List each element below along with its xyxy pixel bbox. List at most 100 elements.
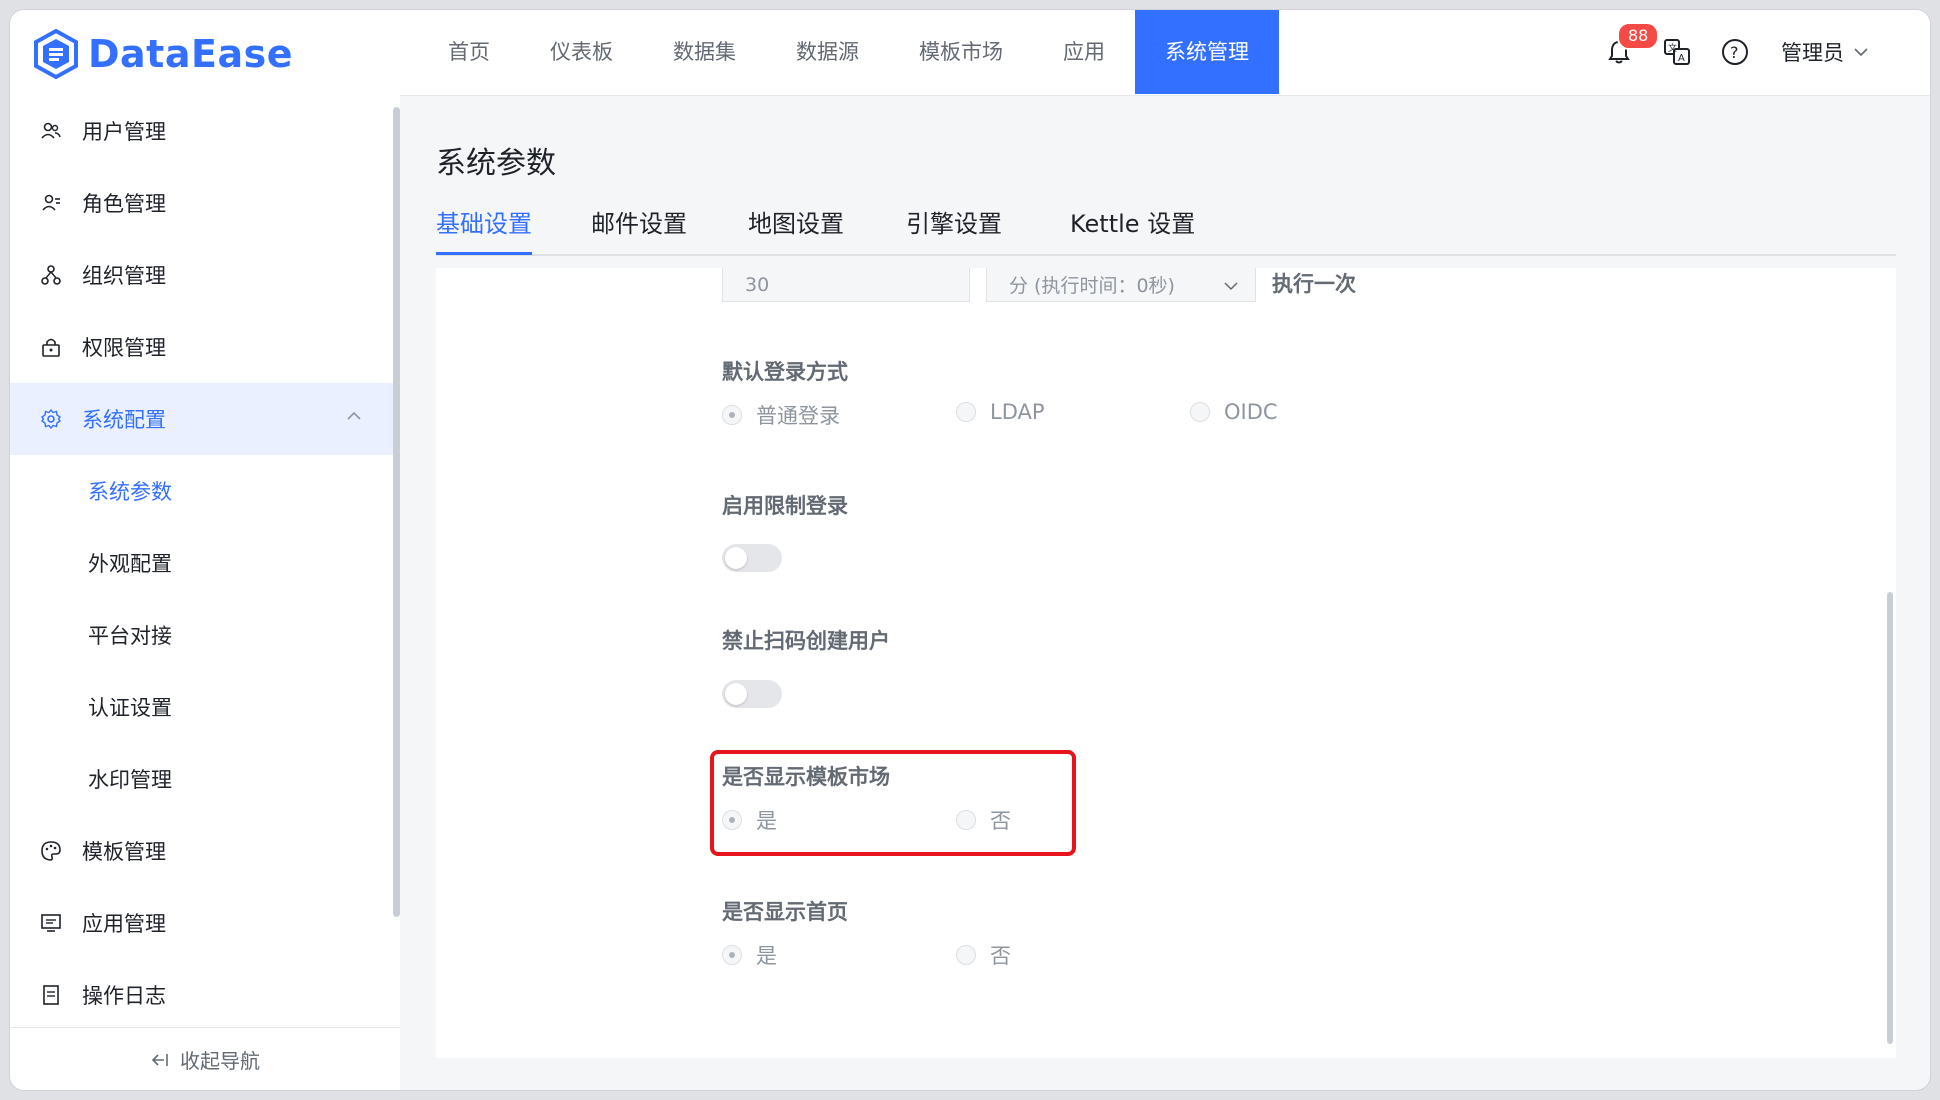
sidebar-item-templates[interactable]: 模板管理: [10, 815, 393, 887]
interval-input[interactable]: 30: [722, 268, 970, 302]
svg-text:文: 文: [1668, 42, 1677, 54]
sidebar-item-label: 模板管理: [82, 840, 166, 864]
sidebar-item-organization[interactable]: 组织管理: [10, 239, 393, 311]
chevron-up-icon: [347, 411, 361, 420]
sidebar-item-operation-log[interactable]: 操作日志: [10, 959, 393, 1031]
sidebar-subitem-system-params[interactable]: 系统参数: [10, 455, 393, 527]
disable-scan-create-switch[interactable]: [722, 680, 782, 708]
tab-kettle-settings[interactable]: Kettle 设置: [1070, 204, 1195, 252]
header-actions: 88 文 A ? 管理员: [1581, 10, 1870, 94]
sidebar-subitem-label: 认证设置: [88, 696, 172, 720]
log-icon: [40, 984, 62, 1006]
gear-icon: [40, 408, 62, 430]
sidebar-subitem-auth[interactable]: 认证设置: [10, 671, 393, 743]
login-method-label: 默认登录方式: [722, 360, 848, 384]
sidebar-item-label: 系统配置: [82, 408, 166, 432]
translate-icon: 文 A: [1664, 39, 1690, 65]
radio-home-no[interactable]: 否: [956, 940, 1011, 970]
sidebar-subitem-label: 系统参数: [88, 480, 172, 504]
radio-oidc[interactable]: OIDC: [1190, 400, 1278, 424]
sidebar-item-label: 应用管理: [82, 912, 166, 936]
interval-suffix: 执行一次: [1272, 272, 1356, 296]
nav-home[interactable]: 首页: [418, 10, 520, 94]
radio-indicator: [1190, 402, 1210, 422]
logo[interactable]: DataEase: [34, 28, 293, 80]
users-icon: [40, 120, 62, 142]
limit-login-label: 启用限制登录: [722, 494, 848, 518]
user-menu[interactable]: 管理员: [1781, 37, 1870, 67]
nav-system-management[interactable]: 系统管理: [1135, 10, 1279, 94]
nav-application[interactable]: 应用: [1033, 10, 1135, 94]
logo-text: DataEase: [88, 32, 293, 76]
tab-basic-settings[interactable]: 基础设置: [436, 204, 532, 255]
radio-indicator: [956, 945, 976, 965]
radio-label: 否: [990, 944, 1011, 968]
main-nav: 首页 仪表板 数据集 数据源 模板市场 应用 系统管理: [418, 10, 1279, 94]
sidebar-item-label: 权限管理: [82, 336, 166, 360]
palette-icon: [40, 840, 62, 862]
nav-datasource[interactable]: 数据源: [766, 10, 889, 94]
radio-normal-login[interactable]: 普通登录: [722, 400, 840, 430]
app-window: DataEase 首页 仪表板 数据集 数据源 模板市场 应用 系统管理 88: [10, 10, 1930, 1090]
role-icon: [40, 192, 62, 214]
radio-indicator: [956, 402, 976, 422]
nav-template-market[interactable]: 模板市场: [889, 10, 1033, 94]
radio-ldap[interactable]: LDAP: [956, 400, 1045, 424]
sidebar-item-permissions[interactable]: 权限管理: [10, 311, 393, 383]
help-button[interactable]: ?: [1715, 32, 1755, 72]
sidebar-subitem-label: 水印管理: [88, 768, 172, 792]
disable-scan-create-label: 禁止扫码创建用户: [722, 629, 890, 653]
sidebar-item-label: 操作日志: [82, 984, 166, 1008]
settings-form-card: 30 分 (执行时间：0秒) 执行一次 默认登录方式 普通登录 LDAP OID…: [436, 268, 1896, 1058]
sidebar-subitem-watermark[interactable]: 水印管理: [10, 743, 393, 815]
sidebar-item-label: 组织管理: [82, 264, 166, 288]
collapse-nav-label: 收起导航: [180, 1049, 260, 1073]
sidebar-subitem-label: 外观配置: [88, 552, 172, 576]
sidebar-item-label: 角色管理: [82, 192, 166, 216]
settings-tabs: 基础设置 邮件设置 地图设置 引擎设置 Kettle 设置: [436, 198, 1896, 256]
chevron-down-icon: [1224, 282, 1238, 291]
sidebar: 用户管理 角色管理 组织管理 权限管理 系统配置 系统参数 外观配置 平台对接 …: [10, 95, 400, 1090]
sidebar-item-users[interactable]: 用户管理: [10, 95, 393, 167]
radio-label: 是: [756, 944, 777, 968]
radio-indicator: [722, 945, 742, 965]
translate-button[interactable]: 文 A: [1657, 32, 1697, 72]
interval-unit-select[interactable]: 分 (执行时间：0秒): [986, 268, 1256, 302]
sidebar-subitem-label: 平台对接: [88, 624, 172, 648]
dataease-logo-icon: [34, 29, 78, 79]
sidebar-item-label: 用户管理: [82, 120, 166, 144]
nav-dashboard[interactable]: 仪表板: [520, 10, 643, 94]
tab-email-settings[interactable]: 邮件设置: [591, 204, 687, 252]
sidebar-item-applications[interactable]: 应用管理: [10, 887, 393, 959]
radio-label: LDAP: [990, 400, 1045, 424]
collapse-icon: [151, 1053, 168, 1066]
collapse-nav-button[interactable]: 收起导航: [10, 1027, 400, 1090]
app-icon: [40, 912, 62, 934]
radio-label: OIDC: [1224, 400, 1278, 424]
radio-indicator: [722, 405, 742, 425]
switch-knob: [725, 547, 747, 569]
chevron-down-icon: [1854, 48, 1868, 57]
page-title: 系统参数: [436, 146, 556, 181]
notification-button[interactable]: 88: [1599, 22, 1660, 72]
user-name: 管理员: [1781, 41, 1844, 65]
limit-login-switch[interactable]: [722, 544, 782, 572]
svg-text:?: ?: [1730, 43, 1739, 62]
notification-badge: 88: [1617, 22, 1660, 50]
svg-text:A: A: [1678, 53, 1685, 64]
sidebar-item-system-config[interactable]: 系统配置: [10, 383, 393, 455]
sidebar-subitem-platform[interactable]: 平台对接: [10, 599, 393, 671]
radio-label: 普通登录: [756, 404, 840, 428]
highlight-box: [710, 750, 1076, 856]
radio-home-yes[interactable]: 是: [722, 940, 777, 970]
sidebar-subitem-appearance[interactable]: 外观配置: [10, 527, 393, 599]
nav-dataset[interactable]: 数据集: [643, 10, 766, 94]
lock-icon: [40, 336, 62, 358]
switch-knob: [725, 683, 747, 705]
sidebar-scrollbar[interactable]: [393, 107, 400, 917]
main-scrollbar[interactable]: [1887, 592, 1893, 1044]
org-icon: [40, 264, 62, 286]
tab-engine-settings[interactable]: 引擎设置: [906, 204, 1002, 252]
sidebar-item-roles[interactable]: 角色管理: [10, 167, 393, 239]
tab-map-settings[interactable]: 地图设置: [748, 204, 844, 252]
